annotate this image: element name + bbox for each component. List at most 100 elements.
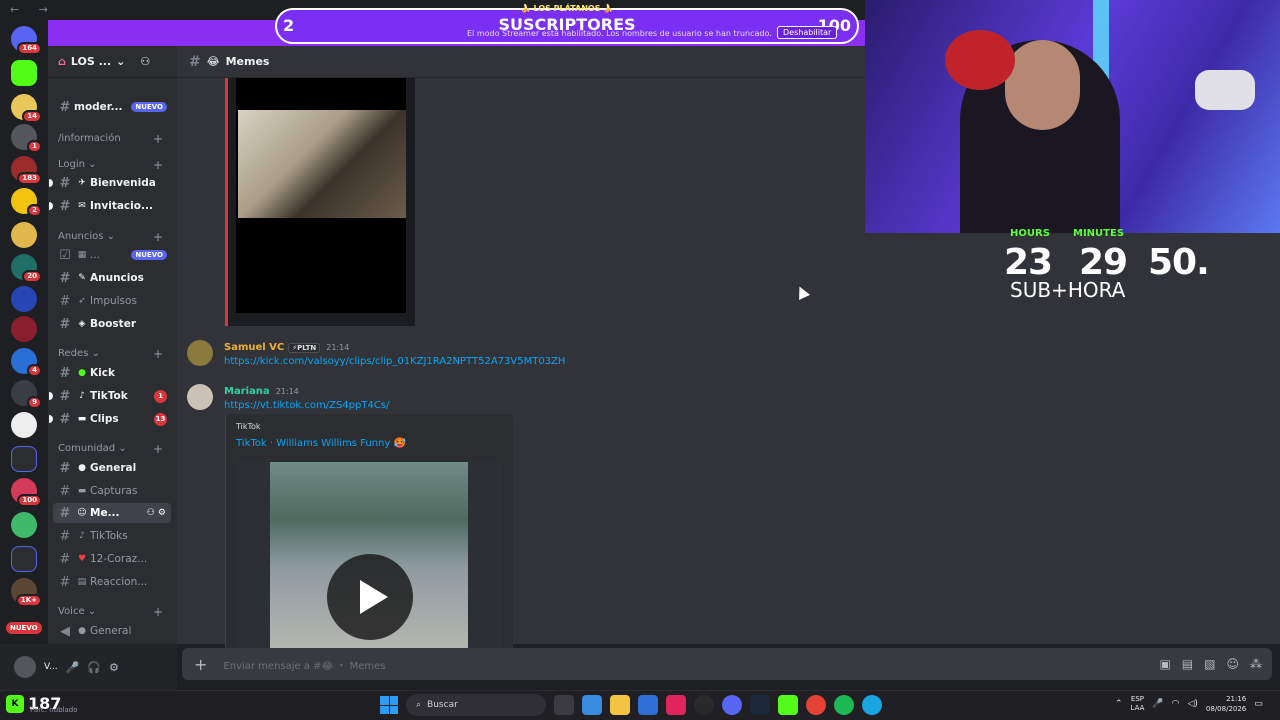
- server-icon[interactable]: [11, 222, 37, 248]
- headphones-icon[interactable]: 🎧: [87, 661, 101, 674]
- channel-moder[interactable]: # moder... NUEVO: [53, 97, 171, 117]
- message-link[interactable]: https://kick.com/valsoyy/clips/clip_01KZ…: [224, 356, 565, 367]
- search-label: Buscar: [427, 700, 458, 710]
- channel-impulsos[interactable]: # ➶ Impulsos: [53, 291, 171, 311]
- server-icon[interactable]: 20: [11, 254, 42, 283]
- wifi-icon[interactable]: ◠: [1172, 699, 1180, 709]
- mention-count: 13: [154, 412, 167, 426]
- store-icon[interactable]: [638, 695, 658, 715]
- task-view-icon[interactable]: [554, 695, 574, 715]
- microphone-icon[interactable]: 🎤: [66, 661, 80, 674]
- category-redes[interactable]: Redes ⌄ +: [58, 347, 163, 361]
- embed-video[interactable]: [236, 462, 502, 652]
- chevron-up-icon[interactable]: ⌃: [1115, 699, 1123, 709]
- server-icon[interactable]: 100: [11, 478, 42, 507]
- gear-icon[interactable]: ⚙: [109, 661, 119, 674]
- category-anuncios[interactable]: Anuncios ⌄ +: [58, 230, 163, 244]
- server-icon[interactable]: 4: [11, 348, 42, 377]
- add-member-icon[interactable]: ⚇: [140, 55, 150, 68]
- notification-icon[interactable]: ▭: [1254, 699, 1263, 709]
- folder-icon[interactable]: [11, 446, 37, 472]
- nav-arrows-icon[interactable]: ← →: [10, 3, 56, 16]
- server-icon[interactable]: [11, 512, 37, 538]
- file-explorer-icon[interactable]: [610, 695, 630, 715]
- obs-icon[interactable]: [694, 695, 714, 715]
- discord-home-icon[interactable]: 164: [11, 26, 42, 55]
- voice-channel-general[interactable]: ◀ ● General: [53, 621, 171, 641]
- apps-icon[interactable]: ⁂: [1250, 657, 1262, 671]
- channel-memes[interactable]: # ☺ Me... ⚇ ⚙: [53, 503, 171, 523]
- hours-value: 23: [1004, 242, 1053, 283]
- server-icon[interactable]: [11, 316, 37, 342]
- message-author[interactable]: Mariana 21:14: [224, 386, 299, 397]
- server-header[interactable]: ⌂ LOS ... ⌄ ⚇: [48, 46, 177, 78]
- server-icon[interactable]: 1: [11, 124, 42, 153]
- category-informacao[interactable]: /información +: [58, 132, 163, 146]
- channel-corazones[interactable]: # ♥ 12-Coraz...: [53, 549, 171, 569]
- channel-general[interactable]: # ● General: [53, 458, 171, 478]
- server-icon[interactable]: [11, 412, 37, 438]
- settings-icons[interactable]: ⚇ ⚙: [147, 508, 166, 518]
- microphone-icon[interactable]: 🎤: [1152, 699, 1163, 709]
- message-input[interactable]: + Enviar mensaje a #😂 ・ Memes ▣ ▤ ▧ ☺ ⁂: [182, 648, 1272, 680]
- message-author[interactable]: Samuel VC ⚡PLTN 21:14: [224, 342, 349, 353]
- message-link[interactable]: https://vt.tiktok.com/ZS4ppT4Cs/: [224, 400, 389, 411]
- play-button[interactable]: [327, 554, 413, 640]
- server-icon[interactable]: 9: [11, 380, 42, 409]
- add-channel-icon[interactable]: +: [153, 347, 163, 361]
- embed-title[interactable]: TikTok · Williams Willims Funny 🥵: [236, 438, 406, 449]
- add-channel-icon[interactable]: +: [153, 132, 163, 146]
- new-servers-pill[interactable]: NUEVO: [6, 622, 42, 634]
- server-icon[interactable]: 14: [11, 94, 42, 123]
- channel-announcements-new[interactable]: ☑ ▦... NUEVO: [53, 245, 171, 265]
- steam-icon[interactable]: [750, 695, 770, 715]
- volume-icon[interactable]: ◁): [1187, 699, 1197, 709]
- chrome-icon[interactable]: [806, 695, 826, 715]
- add-channel-icon[interactable]: +: [153, 605, 163, 619]
- channel-invitacio[interactable]: # ✉ Invitacio...: [49, 196, 171, 216]
- add-channel-icon[interactable]: +: [153, 230, 163, 244]
- copilot-icon[interactable]: [582, 695, 602, 715]
- language-indicator[interactable]: ESP LAA: [1131, 695, 1145, 713]
- disable-button[interactable]: Deshabilitar: [777, 26, 838, 39]
- server-icon[interactable]: 1K+: [11, 578, 42, 607]
- kick-app-icon[interactable]: [778, 695, 798, 715]
- taskbar-search[interactable]: ⌕ Buscar: [406, 694, 546, 716]
- edge-icon[interactable]: [862, 695, 882, 715]
- channel-clips[interactable]: # ▬ Clips 13: [49, 409, 171, 429]
- channel-kick[interactable]: # ● Kick: [53, 363, 171, 383]
- video-embed[interactable]: [225, 78, 415, 326]
- channel-bienvenida[interactable]: # ✈ Bienvenida: [49, 173, 171, 193]
- emoji-icon[interactable]: ☺: [1226, 657, 1239, 671]
- category-voice[interactable]: Voice ⌄ +: [58, 605, 163, 619]
- channel-tiktok[interactable]: # ♪ TikTok 1: [49, 386, 171, 406]
- channel-capturas[interactable]: # ▬ Capturas: [53, 481, 171, 501]
- add-channel-icon[interactable]: +: [153, 442, 163, 456]
- avatar[interactable]: [187, 384, 213, 410]
- discord-app-icon[interactable]: [722, 695, 742, 715]
- gift-icon[interactable]: ▣: [1159, 657, 1170, 671]
- folder-icon[interactable]: [11, 546, 37, 572]
- server-icon[interactable]: 183: [11, 156, 42, 185]
- add-channel-icon[interactable]: +: [153, 158, 163, 172]
- video-thumbnail[interactable]: [238, 110, 406, 218]
- category-login[interactable]: Login ⌄ +: [58, 158, 163, 172]
- windows-start-icon[interactable]: [380, 696, 398, 714]
- channel-anuncios[interactable]: # ✎ Anuncios: [53, 268, 171, 288]
- server-icon[interactable]: 2: [11, 188, 42, 217]
- kick-server-icon[interactable]: [11, 60, 37, 86]
- clock[interactable]: 21:16 08/08/2026: [1206, 694, 1246, 714]
- channel-tiktoks[interactable]: # ♪ TikToks: [53, 526, 171, 546]
- attach-plus-icon[interactable]: +: [194, 655, 207, 674]
- tiktok-app-icon[interactable]: [666, 695, 686, 715]
- server-icon[interactable]: [11, 286, 37, 312]
- avatar[interactable]: [187, 340, 213, 366]
- sticker-icon[interactable]: ▧: [1204, 657, 1215, 671]
- category-comunidad[interactable]: Comunidad ⌄ +: [58, 442, 163, 456]
- spotify-icon[interactable]: [834, 695, 854, 715]
- gif-icon[interactable]: ▤: [1182, 657, 1193, 671]
- channel-label: Reaccion...: [90, 576, 148, 588]
- avatar[interactable]: [14, 656, 36, 678]
- channel-booster[interactable]: # ◈ Booster: [53, 314, 171, 334]
- channel-reacciones[interactable]: # ▤ Reaccion...: [53, 572, 171, 592]
